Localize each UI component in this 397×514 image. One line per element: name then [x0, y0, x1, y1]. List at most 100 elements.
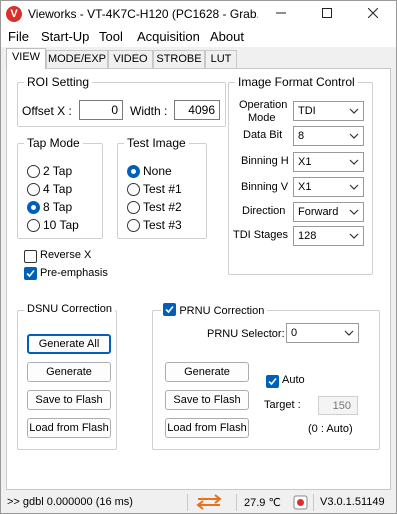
- direction-value: Forward: [298, 206, 339, 218]
- chevron-down-icon: [349, 159, 359, 165]
- reverse-x-label: Reverse X: [40, 249, 92, 261]
- vieworks-logo-icon: V: [6, 6, 22, 22]
- prnu-target-input[interactable]: 150: [318, 396, 358, 415]
- image-format-control-group: Image Format Control Operation Mode TDI …: [228, 75, 373, 275]
- prnu-auto-checkbox[interactable]: [266, 375, 279, 388]
- view-tab-panel: ROI Setting Offset X : 0 Width : 4096 Ta…: [6, 68, 391, 490]
- prnu-selector-label: PRNU Selector:: [207, 328, 285, 340]
- tap-2-label: 2 Tap: [43, 164, 73, 178]
- image-format-control-title: Image Format Control: [235, 75, 358, 89]
- offset-x-input[interactable]: 0: [79, 100, 123, 120]
- checkmark-icon: [165, 305, 174, 314]
- binning-v-label: Binning V: [241, 181, 289, 193]
- prnu-generate-button[interactable]: Generate: [165, 362, 249, 382]
- dsnu-generate-all-button[interactable]: Generate All: [27, 334, 111, 354]
- test-1-label: Test #1: [143, 182, 182, 196]
- operation-mode-select[interactable]: TDI: [293, 101, 364, 121]
- menu-acquisition[interactable]: Acquisition: [137, 29, 200, 44]
- tab-mode-exp[interactable]: MODE/EXP: [46, 50, 108, 68]
- tdi-stages-value: 128: [298, 230, 317, 242]
- chevron-down-icon: [349, 233, 359, 239]
- camera-status-icon: [293, 495, 308, 513]
- chevron-down-icon: [349, 184, 359, 190]
- prnu-selector-value: 0: [291, 327, 298, 339]
- reverse-x-checkbox[interactable]: [24, 250, 37, 263]
- prnu-load-from-flash-button[interactable]: Load from Flash: [165, 418, 249, 438]
- test-none-label: None: [143, 164, 172, 178]
- menu-start-up[interactable]: Start-Up: [41, 29, 89, 44]
- tap-8-label: 8 Tap: [43, 200, 73, 214]
- test-none-radio[interactable]: [127, 165, 140, 178]
- tap-10-radio[interactable]: [27, 219, 40, 232]
- tab-video[interactable]: VIDEO: [108, 50, 153, 68]
- binning-h-label: Binning H: [241, 155, 289, 167]
- binning-h-select[interactable]: X1: [293, 152, 364, 172]
- prnu-correction-checkbox[interactable]: [163, 303, 176, 316]
- tap-4-label: 4 Tap: [43, 182, 73, 196]
- chevron-down-icon: [349, 108, 359, 114]
- test-2-radio[interactable]: [127, 201, 140, 214]
- tap-8-radio[interactable]: [27, 201, 40, 214]
- tap-2-radio[interactable]: [27, 165, 40, 178]
- menu-bar: File Start-Up Tool Acquisition About: [1, 27, 396, 47]
- status-separator: [236, 494, 237, 511]
- binning-h-value: X1: [298, 156, 312, 168]
- dsnu-load-from-flash-button[interactable]: Load from Flash: [27, 418, 111, 438]
- minimize-button[interactable]: [258, 1, 304, 27]
- test-3-radio[interactable]: [127, 219, 140, 232]
- tap-4-radio[interactable]: [27, 183, 40, 196]
- prnu-correction-group: PRNU Correction PRNU Selector: 0 Generat…: [152, 303, 380, 450]
- menu-file[interactable]: File: [8, 29, 29, 44]
- test-image-group: Test Image None Test #1 Test #2 Test #3: [117, 136, 207, 239]
- tab-lut[interactable]: LUT: [205, 50, 237, 68]
- version-label: V3.0.1.51149: [320, 496, 385, 508]
- transfer-arrows-icon: [194, 494, 224, 513]
- close-button[interactable]: [350, 1, 396, 27]
- tdi-stages-select[interactable]: 128: [293, 226, 364, 246]
- offset-x-label: Offset X :: [22, 104, 72, 118]
- pre-emphasis-label: Pre-emphasis: [40, 267, 108, 279]
- prnu-target-label: Target :: [264, 399, 301, 411]
- window-title: Vieworks - VT-4K7C-H120 (PC1628 - Grab..…: [28, 7, 258, 21]
- temperature-readout: 27.9 ℃: [244, 497, 281, 509]
- close-icon: [367, 7, 379, 19]
- dsnu-generate-button[interactable]: Generate: [27, 362, 111, 382]
- minimize-icon: [276, 12, 286, 14]
- direction-select[interactable]: Forward: [293, 202, 364, 222]
- width-label: Width :: [130, 104, 168, 118]
- test-3-label: Test #3: [143, 218, 182, 232]
- prnu-correction-header: PRNU Correction: [161, 303, 268, 317]
- binning-v-select[interactable]: X1: [293, 177, 364, 197]
- prnu-selector-select[interactable]: 0: [286, 323, 359, 343]
- tab-strobe[interactable]: STROBE: [153, 50, 205, 68]
- prnu-auto-note: (0 : Auto): [308, 423, 353, 435]
- menu-about[interactable]: About: [210, 29, 244, 44]
- width-input[interactable]: 4096: [174, 100, 220, 120]
- dsnu-save-to-flash-button[interactable]: Save to Flash: [27, 390, 111, 410]
- checkmark-icon: [26, 269, 35, 278]
- tab-view[interactable]: VIEW: [6, 48, 46, 69]
- data-bit-value: 8: [298, 130, 305, 142]
- maximize-button[interactable]: [304, 1, 350, 27]
- tap-10-label: 10 Tap: [43, 218, 79, 232]
- tab-strip: VIEW MODE/EXP VIDEO STROBE LUT: [1, 48, 396, 69]
- direction-label: Direction: [242, 205, 286, 217]
- roi-setting-title: ROI Setting: [24, 75, 93, 89]
- data-bit-label: Data Bit: [243, 129, 283, 141]
- data-bit-select[interactable]: 8: [293, 126, 364, 146]
- test-1-radio[interactable]: [127, 183, 140, 196]
- prnu-correction-title: PRNU Correction: [179, 305, 265, 317]
- chevron-down-icon: [344, 330, 354, 336]
- maximize-icon: [322, 8, 332, 18]
- prnu-save-to-flash-button[interactable]: Save to Flash: [165, 390, 249, 410]
- app-window: V Vieworks - VT-4K7C-H120 (PC1628 - Grab…: [0, 0, 397, 514]
- pre-emphasis-checkbox[interactable]: [24, 267, 37, 280]
- menu-tool[interactable]: Tool: [99, 29, 123, 44]
- chevron-down-icon: [349, 133, 359, 139]
- operation-mode-value: TDI: [298, 105, 316, 117]
- title-bar[interactable]: V Vieworks - VT-4K7C-H120 (PC1628 - Grab…: [1, 1, 396, 27]
- dsnu-correction-group: DSNU Correction Generate All Generate Sa…: [17, 303, 117, 450]
- status-separator: [313, 494, 314, 511]
- tdi-stages-label: TDI Stages: [233, 229, 289, 241]
- test-2-label: Test #2: [143, 200, 182, 214]
